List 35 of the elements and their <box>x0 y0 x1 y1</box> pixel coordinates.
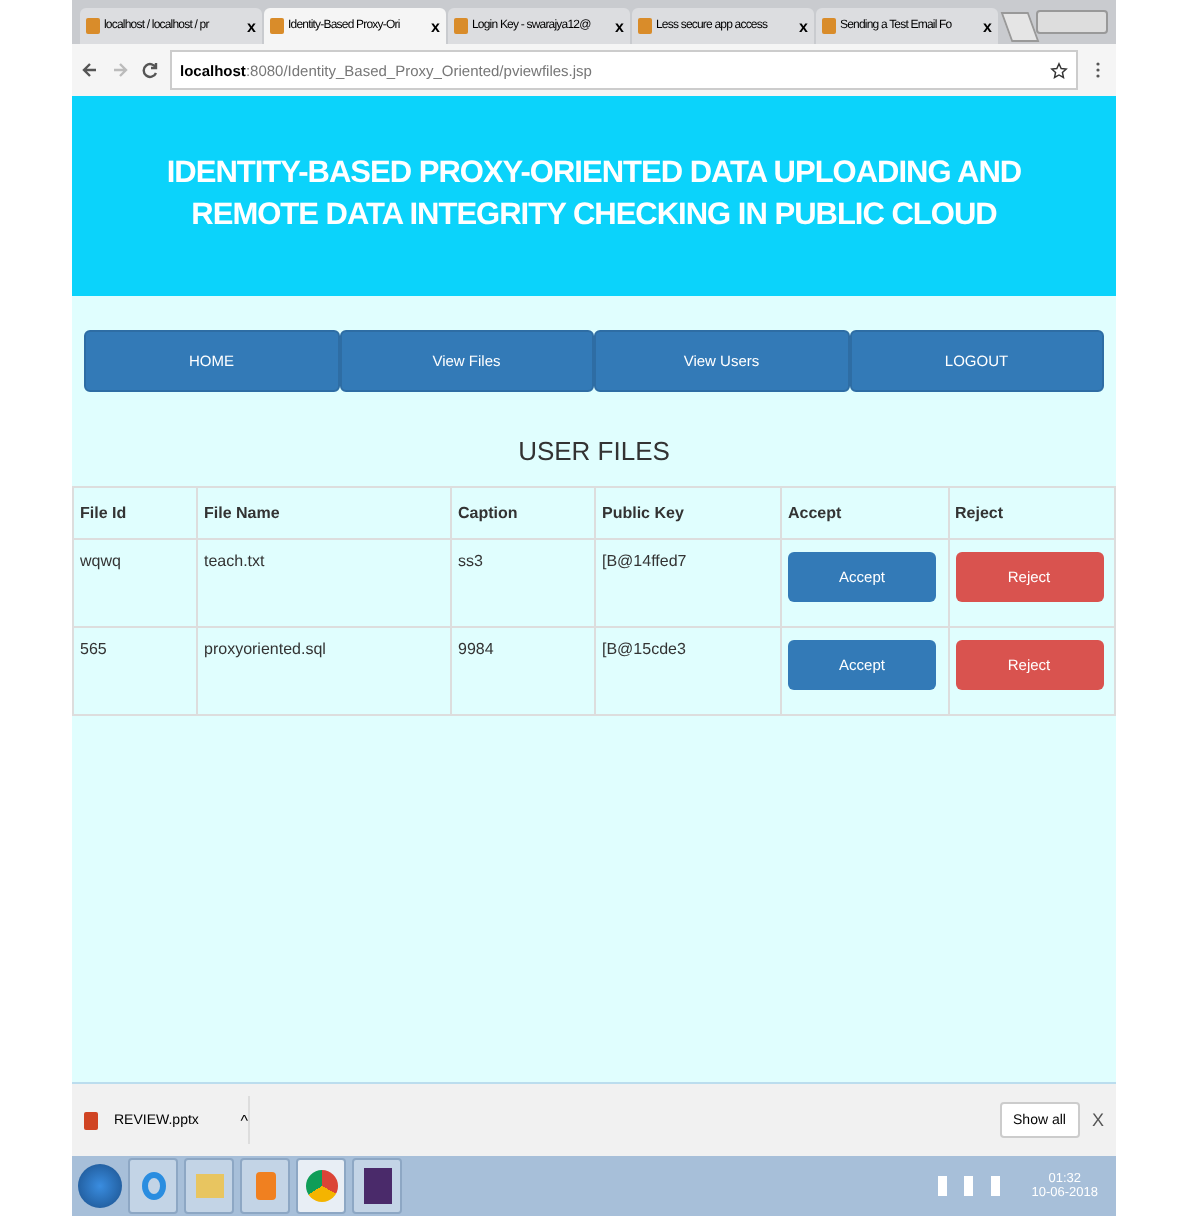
reload-icon[interactable] <box>140 60 160 80</box>
table-cell: 565 <box>73 627 197 715</box>
section-title: USER FILES <box>516 436 672 466</box>
page-title: IDENTITY-BASED PROXY-ORIENTED DATA UPLOADING AND REMOTE DATA INTEGRITY CHECKING IN PUBLIC CLOUD <box>164 154 1024 236</box>
close-tab-button[interactable]: x <box>431 17 440 35</box>
column-header: Accept <box>781 487 948 539</box>
favicon-icon <box>638 18 652 34</box>
column-header: File Id <box>73 487 197 539</box>
column-header: File Name <box>197 487 451 539</box>
table-cell: ss3 <box>451 539 595 627</box>
column-header: Public Key <box>595 487 781 539</box>
favicon-icon <box>822 18 836 34</box>
forward-icon[interactable] <box>110 60 130 80</box>
table-cell: [B@14ffed7 <box>595 539 781 627</box>
start-button[interactable] <box>78 1164 122 1208</box>
back-icon[interactable] <box>80 60 100 80</box>
table-cell: [B@15cde3 <box>595 627 781 715</box>
table-cell: proxyoriented.sql <box>197 627 451 715</box>
favicon-icon <box>270 18 284 34</box>
favicon-icon <box>454 18 468 34</box>
caret-button[interactable]: ^ <box>240 1111 248 1129</box>
star-icon[interactable] <box>1050 61 1068 79</box>
table-cell: wqwq <box>73 539 197 627</box>
close-tab-button[interactable]: x <box>615 17 624 35</box>
column-header: Reject <box>948 487 1115 539</box>
close-tab-button[interactable]: x <box>247 17 256 35</box>
close-button[interactable]: X <box>1091 1110 1104 1130</box>
new-tab-button[interactable] <box>1000 12 1040 42</box>
close-tab-button[interactable]: x <box>983 17 992 35</box>
column-header: Caption <box>451 487 595 539</box>
close-tab-button[interactable]: x <box>799 17 808 35</box>
favicon-icon <box>86 18 100 34</box>
table-cell: teach.txt <box>197 539 451 627</box>
table-cell: 9984 <box>451 627 595 715</box>
file-icon <box>84 1111 98 1129</box>
